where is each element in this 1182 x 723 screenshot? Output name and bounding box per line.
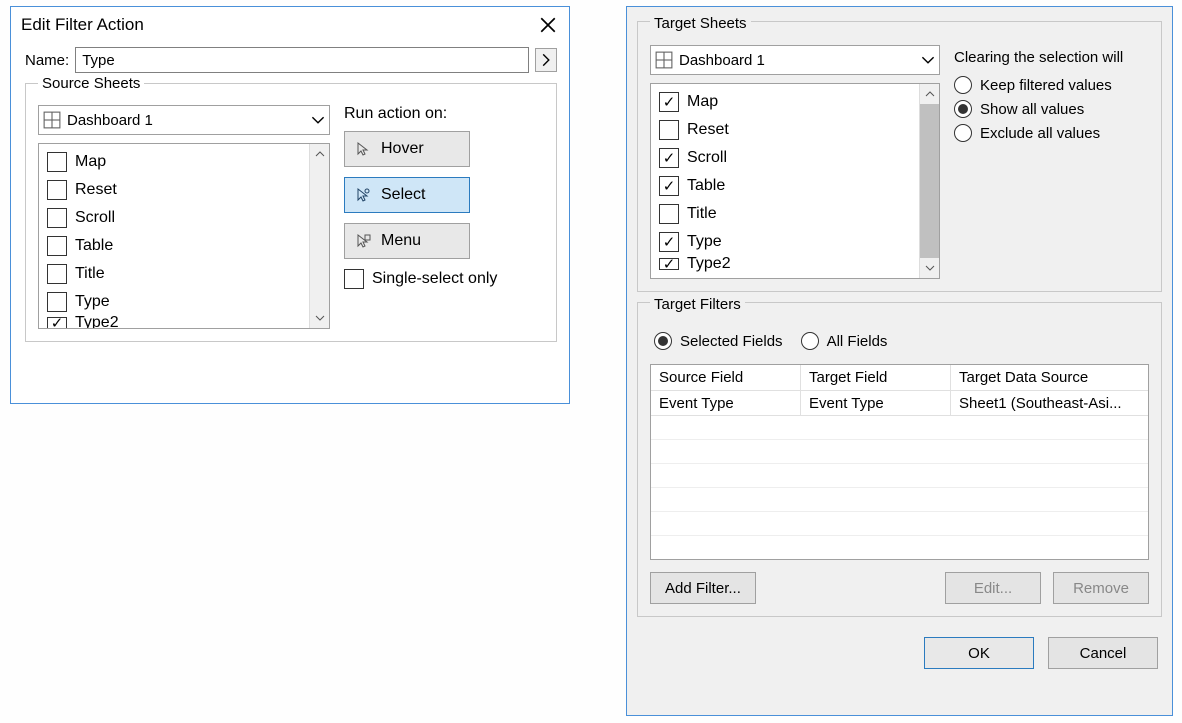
radio-icon[interactable] xyxy=(954,100,972,118)
scrollbar[interactable] xyxy=(919,84,939,278)
checkbox[interactable] xyxy=(47,208,67,228)
checkbox[interactable] xyxy=(47,180,67,200)
edit-filter-action-dialog: Edit Filter Action Name: Source Sheets D… xyxy=(10,6,570,404)
titlebar: Edit Filter Action xyxy=(11,7,569,41)
cursor-icon xyxy=(355,141,371,157)
target-filters-label: Target Filters xyxy=(650,296,745,313)
list-item[interactable]: Type xyxy=(651,228,919,256)
col-target-field: Target Field xyxy=(801,365,951,391)
radio-show-all[interactable]: Show all values xyxy=(954,100,1149,118)
menu-button[interactable]: Menu xyxy=(344,223,470,259)
select-button[interactable]: Select xyxy=(344,177,470,213)
list-item[interactable]: Type xyxy=(39,288,309,316)
close-icon[interactable] xyxy=(539,16,557,34)
scroll-up-icon[interactable] xyxy=(920,84,939,104)
table-row[interactable]: Event Type Event Type Sheet1 (Southeast-… xyxy=(651,391,1148,416)
run-action-label: Run action on: xyxy=(344,105,544,123)
radio-all-fields[interactable]: All Fields xyxy=(801,332,888,350)
filter-action-right-panel: Target Sheets Dashboard 1 Map Reset xyxy=(626,6,1173,716)
radio-keep-filtered[interactable]: Keep filtered values xyxy=(954,76,1149,94)
list-item[interactable]: Reset xyxy=(39,176,309,204)
list-item[interactable]: Table xyxy=(651,172,919,200)
checkbox[interactable] xyxy=(659,204,679,224)
target-filters-fieldset: Target Filters Selected Fields All Field… xyxy=(637,302,1162,617)
target-dashboard-dropdown[interactable]: Dashboard 1 xyxy=(650,45,940,75)
checkbox[interactable] xyxy=(659,232,679,252)
cursor-menu-icon xyxy=(355,233,371,249)
dashboard-name: Dashboard 1 xyxy=(679,52,765,69)
target-sheets-listbox[interactable]: Map Reset Scroll Table Title Type Type2 xyxy=(650,83,940,279)
scrollbar-thumb[interactable] xyxy=(920,104,939,258)
scrollbar[interactable] xyxy=(309,144,329,328)
dialog-title: Edit Filter Action xyxy=(21,15,144,35)
clearing-label: Clearing the selection will xyxy=(954,49,1149,66)
radio-selected-fields[interactable]: Selected Fields xyxy=(654,332,783,350)
checkbox[interactable] xyxy=(659,120,679,140)
radio-icon[interactable] xyxy=(801,332,819,350)
chevron-down-icon xyxy=(311,113,325,127)
source-sheets-listbox[interactable]: Map Reset Scroll Table Title Type Type2 xyxy=(38,143,330,329)
checkbox[interactable] xyxy=(659,176,679,196)
cursor-select-icon xyxy=(355,187,371,203)
checkbox[interactable] xyxy=(47,264,67,284)
remove-button[interactable]: Remove xyxy=(1053,572,1149,604)
filter-table[interactable]: Source Field Target Field Target Data So… xyxy=(650,364,1149,560)
radio-icon[interactable] xyxy=(654,332,672,350)
single-select-row[interactable]: Single-select only xyxy=(344,269,544,289)
col-target-data-source: Target Data Source xyxy=(951,365,1148,391)
source-sheets-label: Source Sheets xyxy=(38,75,144,92)
list-item[interactable]: Map xyxy=(651,88,919,116)
col-source-field: Source Field xyxy=(651,365,801,391)
source-sheets-fieldset: Source Sheets Dashboard 1 Map Reset xyxy=(25,83,557,342)
radio-icon[interactable] xyxy=(954,124,972,142)
list-item[interactable]: Reset xyxy=(651,116,919,144)
target-sheets-fieldset: Target Sheets Dashboard 1 Map Reset xyxy=(637,21,1162,292)
list-item[interactable]: Scroll xyxy=(651,144,919,172)
cancel-button[interactable]: Cancel xyxy=(1048,637,1158,669)
chevron-down-icon xyxy=(921,53,935,67)
ok-button[interactable]: OK xyxy=(924,637,1034,669)
table-header: Source Field Target Field Target Data So… xyxy=(651,365,1148,391)
list-item[interactable]: Table xyxy=(39,232,309,260)
checkbox[interactable] xyxy=(659,258,679,270)
scroll-down-icon[interactable] xyxy=(920,258,939,278)
checkbox[interactable] xyxy=(659,148,679,168)
checkbox[interactable] xyxy=(47,317,67,328)
dashboard-name: Dashboard 1 xyxy=(67,112,153,129)
checkbox[interactable] xyxy=(47,236,67,256)
name-arrow-button[interactable] xyxy=(535,48,557,72)
checkbox[interactable] xyxy=(344,269,364,289)
checkbox[interactable] xyxy=(47,152,67,172)
radio-exclude-all[interactable]: Exclude all values xyxy=(954,124,1149,142)
hover-button[interactable]: Hover xyxy=(344,131,470,167)
list-item[interactable]: Type2 xyxy=(651,256,919,272)
add-filter-button[interactable]: Add Filter... xyxy=(650,572,756,604)
target-sheets-label: Target Sheets xyxy=(650,15,751,32)
dashboard-icon xyxy=(655,51,673,69)
name-label: Name: xyxy=(25,52,69,69)
source-dashboard-dropdown[interactable]: Dashboard 1 xyxy=(38,105,330,135)
list-item[interactable]: Type2 xyxy=(39,316,309,328)
checkbox[interactable] xyxy=(659,92,679,112)
checkbox[interactable] xyxy=(47,292,67,312)
name-input[interactable] xyxy=(75,47,529,73)
scroll-up-icon[interactable] xyxy=(310,144,329,164)
dashboard-icon xyxy=(43,111,61,129)
list-item[interactable]: Map xyxy=(39,148,309,176)
scroll-down-icon[interactable] xyxy=(310,308,329,328)
list-item[interactable]: Scroll xyxy=(39,204,309,232)
list-item[interactable]: Title xyxy=(39,260,309,288)
list-item[interactable]: Title xyxy=(651,200,919,228)
edit-button[interactable]: Edit... xyxy=(945,572,1041,604)
radio-icon[interactable] xyxy=(954,76,972,94)
